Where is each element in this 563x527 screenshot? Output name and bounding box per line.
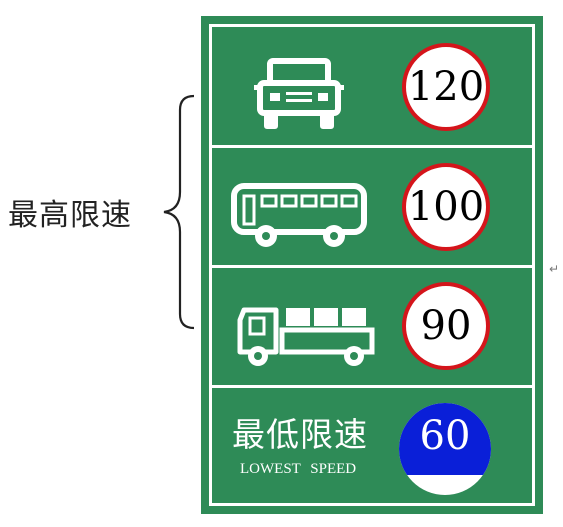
curly-brace-icon (163, 94, 195, 330)
bus-speed-row: 100 (212, 148, 532, 268)
speed-limit-sign-car: 120 (402, 43, 490, 131)
sign-border: 120 100 90 最低限速 LOWEST SPEED 60 (209, 24, 535, 506)
speed-limit-sign: 120 100 90 最低限速 LOWEST SPEED 60 (201, 16, 543, 514)
speed-limit-sign-bus: 100 (402, 163, 490, 251)
speed-limit-sign-truck: 90 (402, 282, 490, 370)
bus-icon (231, 183, 367, 247)
truck-icon (237, 307, 375, 366)
minimum-speed-value: 60 (419, 413, 471, 459)
car-speed-row: 120 (212, 27, 532, 148)
return-mark: ↵ (549, 262, 560, 276)
car-icon (254, 58, 344, 129)
minimum-speed-subtitle: LOWEST SPEED (240, 461, 357, 477)
minimum-speed-row: 最低限速 LOWEST SPEED 60 (212, 388, 532, 509)
minimum-speed-title: 最低限速 (232, 415, 368, 454)
truck-speed-row: 90 (212, 268, 532, 388)
annotation-label: 最高限速 (8, 198, 132, 233)
minimum-speed-sign: 60 (399, 403, 491, 495)
